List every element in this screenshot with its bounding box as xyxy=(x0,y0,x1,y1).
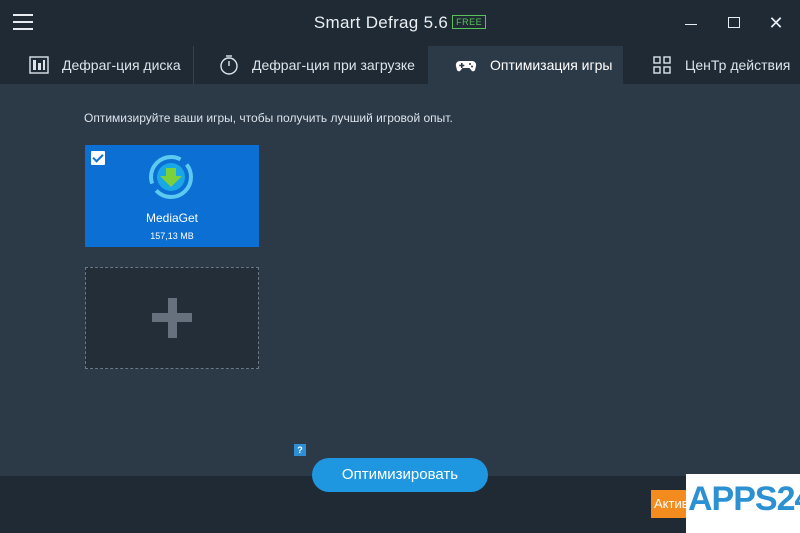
gamepad-icon xyxy=(455,60,477,72)
title-bar: Smart Defrag 5.6 FREE ✕ xyxy=(0,0,800,46)
optimize-button[interactable]: Оптимизировать xyxy=(312,458,488,492)
watermark-logo: APPS24 xyxy=(686,474,800,533)
game-size: 157,13 MB xyxy=(150,231,194,241)
game-optimize-description: Оптимизируйте ваши игры, чтобы получить … xyxy=(84,111,453,125)
tab-boot-defrag[interactable]: Дефраг-ция при загрузке xyxy=(194,46,428,84)
tab-action-center[interactable]: ЦенТр действия xyxy=(623,46,800,84)
tab-game-optimize[interactable]: Оптимизация игры xyxy=(428,46,623,84)
tab-label: Оптимизация игры xyxy=(490,57,613,73)
maximize-icon[interactable] xyxy=(723,12,745,34)
mediaget-download-icon xyxy=(149,155,193,199)
action-center-icon xyxy=(653,56,671,74)
game-checkbox[interactable] xyxy=(91,151,105,165)
plus-icon-vertical xyxy=(168,298,177,338)
help-icon[interactable]: ? xyxy=(294,444,306,456)
disk-defrag-icon xyxy=(29,56,49,74)
free-badge: FREE xyxy=(452,15,487,29)
tab-label: ЦенТр действия xyxy=(685,57,791,73)
boot-timer-icon xyxy=(220,55,238,75)
watermark-text: APPS24 xyxy=(688,480,800,518)
tab-bar: Дефраг-ция диска Дефраг-ция при загрузке… xyxy=(0,46,800,84)
minimize-icon[interactable] xyxy=(680,12,702,34)
tab-disk-defrag[interactable]: Дефраг-ция диска xyxy=(0,46,193,84)
tab-label: Дефраг-ция диска xyxy=(62,57,181,73)
game-card-mediaget[interactable]: MediaGet 157,13 MB xyxy=(85,145,259,247)
close-icon[interactable]: ✕ xyxy=(765,12,787,34)
game-name: MediaGet xyxy=(145,211,199,225)
add-game-tile[interactable] xyxy=(85,267,259,369)
tab-label: Дефраг-ция при загрузке xyxy=(252,57,415,73)
app-title-text: Smart Defrag 5.6 xyxy=(313,13,449,32)
